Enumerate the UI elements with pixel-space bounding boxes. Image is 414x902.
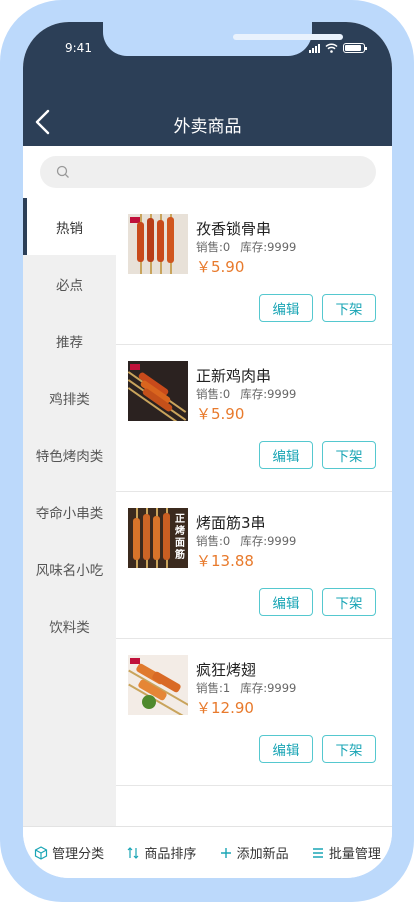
category-item-must-order[interactable]: 必点 bbox=[23, 255, 116, 312]
search-box[interactable] bbox=[40, 156, 376, 188]
speaker bbox=[233, 34, 343, 40]
product-sales: 销售:0 bbox=[196, 387, 231, 401]
bottom-toolbar: 管理分类 商品排序 添加新品 批量管理 bbox=[23, 826, 392, 878]
product-price: ￥5.90 bbox=[196, 405, 245, 423]
product-stats: 销售:1 库存:9999 bbox=[196, 680, 306, 696]
list-icon bbox=[312, 847, 323, 858]
product-image bbox=[128, 361, 188, 421]
product-stock: 库存:9999 bbox=[240, 534, 297, 548]
search-area bbox=[23, 146, 392, 198]
manage-categories-button[interactable]: 管理分类 bbox=[34, 843, 104, 862]
wifi-icon bbox=[325, 43, 338, 53]
header-bar: 9:41 外卖商品 bbox=[23, 22, 392, 146]
edit-button[interactable]: 编辑 bbox=[259, 735, 313, 763]
edit-button[interactable]: 编辑 bbox=[259, 294, 313, 322]
manage-categories-label: 管理分类 bbox=[52, 847, 105, 862]
status-time: 9:41 bbox=[65, 41, 92, 55]
sort-products-button[interactable]: 商品排序 bbox=[126, 843, 196, 862]
battery-icon bbox=[343, 43, 367, 53]
product-price: ￥5.90 bbox=[196, 258, 245, 276]
page-title: 外卖商品 bbox=[173, 117, 242, 137]
category-item-hot[interactable]: 热销 bbox=[23, 198, 116, 255]
product-stock: 库存:9999 bbox=[240, 681, 297, 695]
add-product-label: 添加新品 bbox=[236, 847, 289, 862]
product-sales: 销售:0 bbox=[196, 534, 231, 548]
delist-button[interactable]: 下架 bbox=[322, 294, 376, 322]
search-input[interactable] bbox=[78, 156, 368, 188]
product-price: ￥13.88 bbox=[196, 552, 254, 570]
product-item: 孜香锁骨串 销售:0 库存:9999 ￥5.90 编辑 下架 bbox=[116, 198, 392, 345]
edit-button[interactable]: 编辑 bbox=[259, 588, 313, 616]
product-stock: 库存:9999 bbox=[240, 240, 297, 254]
product-list: 孜香锁骨串 销售:0 库存:9999 ￥5.90 编辑 下架 正新鸡肉串 销售:… bbox=[116, 198, 392, 826]
app-screen: 9:41 外卖商品 热销 必点 推荐 鸡排类 特色烤肉类 夺命小串类 风味名小吃… bbox=[23, 22, 392, 878]
product-stats: 销售:0 库存:9999 bbox=[196, 239, 306, 255]
batch-manage-label: 批量管理 bbox=[328, 847, 381, 862]
plus-icon bbox=[220, 847, 231, 858]
product-name: 疯狂烤翅 bbox=[196, 661, 257, 679]
product-stock: 库存:9999 bbox=[240, 387, 297, 401]
product-name: 烤面筋3串 bbox=[196, 514, 266, 532]
category-item-special-bbq[interactable]: 特色烤肉类 bbox=[23, 426, 116, 483]
delist-button[interactable]: 下架 bbox=[322, 441, 376, 469]
product-item: 正新鸡肉串 销售:0 库存:9999 ￥5.90 编辑 下架 bbox=[116, 345, 392, 492]
product-image bbox=[128, 214, 188, 274]
product-item: 正烤面筋 烤面筋3串 销售:0 库存:9999 ￥13.88 编辑 下架 bbox=[116, 492, 392, 639]
sort-products-label: 商品排序 bbox=[144, 847, 197, 862]
product-item: 疯狂烤翅 销售:1 库存:9999 ￥12.90 编辑 下架 bbox=[116, 639, 392, 786]
phone-frame: 9:41 外卖商品 热销 必点 推荐 鸡排类 特色烤肉类 夺命小串类 风味名小吃… bbox=[0, 0, 414, 902]
delist-button[interactable]: 下架 bbox=[322, 588, 376, 616]
product-image-text: 正烤面筋 bbox=[175, 514, 185, 561]
edit-button[interactable]: 编辑 bbox=[259, 441, 313, 469]
batch-manage-button[interactable]: 批量管理 bbox=[311, 843, 381, 862]
sort-icon bbox=[127, 846, 139, 859]
product-name: 正新鸡肉串 bbox=[196, 367, 272, 385]
category-item-chicken-cutlet[interactable]: 鸡排类 bbox=[23, 369, 116, 426]
delist-button[interactable]: 下架 bbox=[322, 735, 376, 763]
product-sales: 销售:1 bbox=[196, 681, 231, 695]
status-icons bbox=[309, 42, 371, 54]
category-item-recommended[interactable]: 推荐 bbox=[23, 312, 116, 369]
product-stats: 销售:0 库存:9999 bbox=[196, 533, 306, 549]
category-sidebar: 热销 必点 推荐 鸡排类 特色烤肉类 夺命小串类 风味名小吃 饮料类 bbox=[23, 198, 116, 826]
product-image: 正烤面筋 bbox=[128, 508, 188, 568]
product-sales: 销售:0 bbox=[196, 240, 231, 254]
category-item-skewers[interactable]: 夺命小串类 bbox=[23, 483, 116, 540]
cube-icon bbox=[35, 845, 48, 860]
product-stats: 销售:0 库存:9999 bbox=[196, 386, 306, 402]
product-price: ￥12.90 bbox=[196, 699, 254, 717]
product-image bbox=[128, 655, 188, 715]
signal-icon bbox=[309, 43, 320, 53]
category-item-drinks[interactable]: 饮料类 bbox=[23, 597, 116, 654]
add-product-button[interactable]: 添加新品 bbox=[219, 843, 289, 862]
notch bbox=[103, 22, 343, 56]
category-item-snacks[interactable]: 风味名小吃 bbox=[23, 540, 116, 597]
search-icon bbox=[56, 165, 69, 178]
product-name: 孜香锁骨串 bbox=[196, 220, 272, 238]
